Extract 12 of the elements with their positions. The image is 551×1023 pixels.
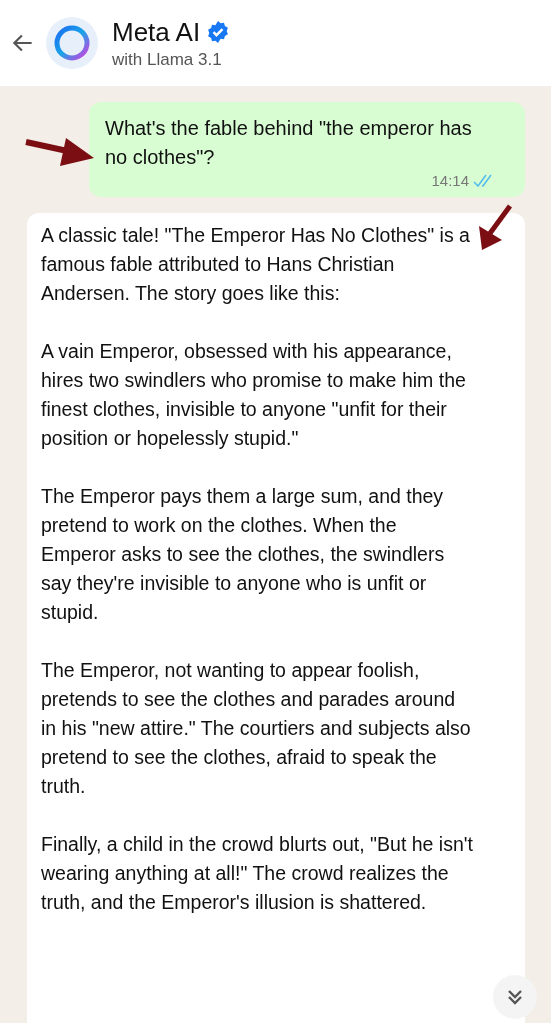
ring-logo-icon[interactable] bbox=[46, 17, 98, 69]
contact-name: Meta AI bbox=[112, 16, 201, 48]
contact-subtitle: with Llama 3.1 bbox=[112, 49, 223, 70]
message-paragraph: The Emperor pays them a large sum, and they pretend to work on the clothes. When the Emperor asks to see the clothes, the swindlers say they're invisible to anyone who is unfit or stupid. bbox=[41, 484, 446, 625]
message-paragraph: A classic tale! "The Emperor Has No Clothes" is a famous fable attributed to Hans Christian Andersen. The story goes like this: bbox=[41, 223, 471, 306]
message-paragraph: A vain Emperor, obsessed with his appearance, hires two swindlers who promise to make him the finest clothes, invisible to anyone "unfit for their position or hopelessly stupid." bbox=[41, 339, 467, 451]
message-paragraph: The Emperor, not wanting to appear foolish, pretends to see the clothes and parades around in his "new attire." The courtiers and subjects also pretend to see the clothes, afraid to speak the truth. bbox=[41, 658, 472, 799]
message-paragraph: Finally, a child in the crowd blurts out, "But he isn't wearing anything at all!" The crowd realizes the truth, and the Emperor's illusion is shattered. bbox=[41, 832, 474, 915]
message-text: What's the fable behind "the emperor has no clothes"? bbox=[105, 116, 473, 170]
message-time: 14:14 bbox=[431, 172, 469, 189]
double-chevron-down-icon bbox=[505, 987, 525, 1007]
annotation-arrow-drawing bbox=[478, 204, 514, 252]
